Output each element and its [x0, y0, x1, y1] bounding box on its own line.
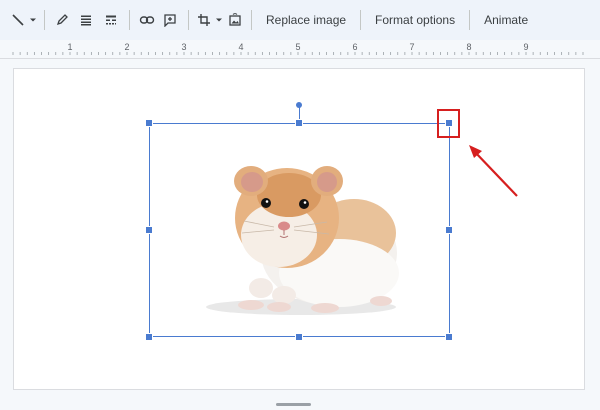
image-selection-box — [149, 123, 450, 337]
toolbar-divider — [360, 10, 362, 30]
ruler-label: 2 — [124, 42, 130, 52]
reset-image-icon — [228, 13, 242, 27]
line-dropdown-button[interactable] — [28, 6, 38, 34]
horizontal-ruler[interactable]: 1 2 3 4 5 6 7 8 9 — [0, 40, 600, 60]
insert-link-button[interactable] — [136, 6, 158, 34]
border-dash-button[interactable] — [99, 6, 123, 34]
border-weight-button[interactable] — [73, 6, 99, 34]
toolbar-divider — [44, 10, 45, 30]
annotation-arrow — [460, 138, 520, 205]
rotation-handle[interactable] — [296, 102, 302, 108]
link-icon — [139, 13, 155, 27]
ruler-label: 8 — [466, 42, 472, 52]
resize-handle-bottom-left[interactable] — [145, 333, 153, 341]
add-comment-button[interactable] — [158, 6, 182, 34]
pencil-icon — [55, 13, 69, 27]
line-tool-button[interactable] — [8, 6, 28, 34]
line-icon — [11, 13, 25, 27]
resize-handle-bottom-right[interactable] — [445, 333, 453, 341]
toolbar-divider — [129, 10, 130, 30]
dropdown-icon — [29, 16, 37, 24]
ruler-label: 3 — [181, 42, 187, 52]
resize-handle-bottom[interactable] — [295, 333, 303, 341]
format-options-button[interactable]: Format options — [367, 6, 463, 34]
animate-button[interactable]: Animate — [476, 6, 536, 34]
resize-handle-left[interactable] — [145, 226, 153, 234]
crop-icon — [197, 13, 211, 27]
align-icon — [79, 13, 93, 27]
toolbar-divider — [469, 10, 471, 30]
toolbar: Replace image Format options Animate — [0, 0, 600, 40]
slide-scroll-indicator[interactable] — [276, 403, 311, 406]
add-comment-icon — [163, 13, 177, 27]
ruler-label: 6 — [352, 42, 358, 52]
crop-image-button[interactable] — [195, 6, 213, 34]
crop-dropdown-button[interactable] — [213, 6, 225, 34]
ruler-label: 7 — [409, 42, 415, 52]
annotation-highlight-box — [437, 109, 460, 138]
line-weight-icon — [104, 13, 118, 27]
border-color-button[interactable] — [51, 6, 73, 34]
ruler-label: 9 — [523, 42, 529, 52]
resize-handle-right[interactable] — [445, 226, 453, 234]
reset-image-button[interactable] — [225, 6, 245, 34]
toolbar-divider — [188, 10, 189, 30]
replace-image-button[interactable]: Replace image — [258, 6, 354, 34]
resize-handle-top[interactable] — [295, 119, 303, 127]
ruler-label: 5 — [295, 42, 301, 52]
ruler-label: 4 — [238, 42, 244, 52]
toolbar-divider — [251, 10, 252, 30]
dropdown-icon — [215, 16, 223, 24]
ruler-label: 1 — [67, 42, 73, 52]
resize-handle-top-left[interactable] — [145, 119, 153, 127]
